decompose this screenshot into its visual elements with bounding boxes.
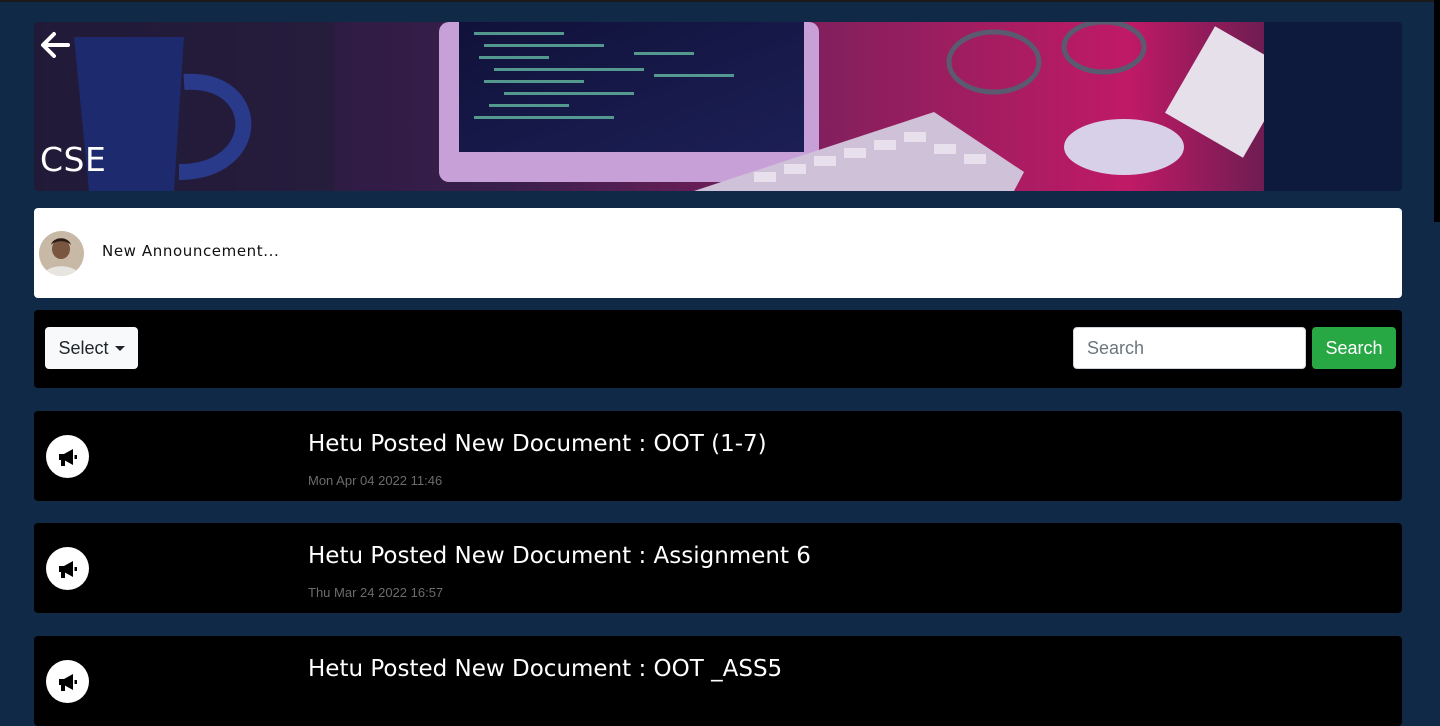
post-date: Thu Mar 24 2022 16:57 bbox=[308, 585, 444, 600]
top-border bbox=[0, 0, 1440, 2]
search-button[interactable]: Search bbox=[1312, 327, 1396, 369]
post-card[interactable]: Hetu Posted New Document : OOT _ASS5 bbox=[34, 636, 1402, 726]
banner-image bbox=[34, 22, 1402, 191]
announcement-placeholder: New Announcement... bbox=[102, 242, 280, 260]
post-title: Hetu Posted New Document : OOT (1-7) bbox=[308, 431, 767, 457]
course-banner: CSE bbox=[34, 22, 1402, 191]
arrow-left-icon bbox=[41, 32, 70, 58]
post-title: Hetu Posted New Document : OOT _ASS5 bbox=[308, 656, 783, 682]
post-title: Hetu Posted New Document : Assignment 6 bbox=[308, 543, 811, 569]
new-announcement-box[interactable]: New Announcement... bbox=[34, 208, 1402, 298]
megaphone-icon bbox=[46, 547, 89, 590]
back-button[interactable] bbox=[38, 28, 72, 62]
post-card[interactable]: Hetu Posted New Document : OOT (1-7) Mon… bbox=[34, 411, 1402, 501]
select-label: Select bbox=[58, 337, 109, 358]
scrollbar[interactable] bbox=[1434, 0, 1440, 222]
post-date: Mon Apr 04 2022 11:46 bbox=[308, 473, 443, 488]
search-input[interactable] bbox=[1073, 327, 1306, 369]
avatar bbox=[39, 231, 84, 276]
post-card[interactable]: Hetu Posted New Document : Assignment 6 … bbox=[34, 523, 1402, 613]
filter-bar: Select Search bbox=[34, 310, 1402, 388]
caret-down-icon bbox=[114, 345, 125, 351]
select-dropdown[interactable]: Select bbox=[45, 327, 138, 369]
megaphone-icon bbox=[46, 435, 89, 478]
course-title: CSE bbox=[40, 140, 107, 179]
megaphone-icon bbox=[46, 660, 89, 703]
